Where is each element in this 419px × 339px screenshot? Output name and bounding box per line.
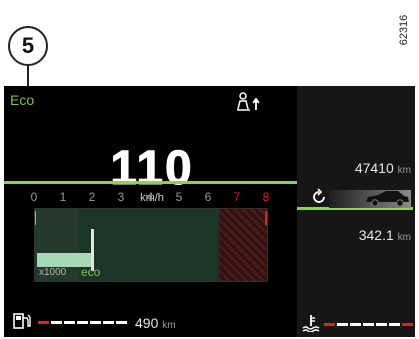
coolant-temperature-icon xyxy=(302,315,320,332)
rpm-tick-label: 1 xyxy=(59,190,67,204)
rpm-tick-label: 3 xyxy=(117,190,125,204)
rpm-multiplier-label: x1000 xyxy=(39,267,67,278)
fuel-segment xyxy=(77,321,88,324)
odometer-unit: km xyxy=(397,165,411,176)
fuel-segment xyxy=(103,321,114,324)
rpm-tick-label: 6 xyxy=(204,190,212,204)
trip-reset-icon xyxy=(313,188,325,203)
figure-id: 62316 xyxy=(398,14,410,46)
odometer-value: 47410 xyxy=(354,160,394,176)
speed-value: 110 xyxy=(110,142,194,195)
rpm-eco-label: eco xyxy=(81,265,101,279)
rpm-end-tick xyxy=(265,211,267,225)
trip-distance: 342.1 km xyxy=(297,227,411,243)
right-info-panel xyxy=(297,86,415,337)
coolant-temperature-gauge xyxy=(324,323,413,326)
rpm-tick-label: 2 xyxy=(88,190,96,204)
fuel-range-unit: km xyxy=(162,320,176,331)
temp-segment xyxy=(324,323,335,326)
temp-segment xyxy=(376,323,387,326)
fuel-segment xyxy=(38,321,49,324)
car-icon xyxy=(366,191,409,207)
trip-value: 342.1 xyxy=(358,227,394,243)
fuel-segment xyxy=(116,321,127,324)
temp-segment xyxy=(363,323,374,326)
rpm-tick-label: 0 xyxy=(30,190,38,204)
fuel-range: 490 km xyxy=(135,315,176,331)
rpm-gauge: x1000 eco xyxy=(34,208,268,282)
callout-number: 5 xyxy=(8,26,48,66)
rpm-tick-label-redline: 8 xyxy=(262,190,270,204)
fuel-level-gauge xyxy=(38,321,127,324)
fuel-pump-icon xyxy=(13,313,31,329)
instrument-cluster-display: Eco 110 km/h 0 1 2 3 4 5 6 7 8 x1000 eco xyxy=(4,86,415,337)
fuel-range-value: 490 xyxy=(135,315,159,331)
rpm-tick-label-redline: 7 xyxy=(233,190,241,204)
rpm-scale: 0 1 2 3 4 5 6 7 8 xyxy=(30,190,274,204)
temp-segment xyxy=(402,323,413,326)
rpm-start-tick xyxy=(35,211,36,225)
fuel-segment xyxy=(64,321,75,324)
drive-mode-indicator: Eco xyxy=(10,92,35,108)
fuel-segment xyxy=(51,321,62,324)
rpm-redline-zone xyxy=(219,209,267,281)
trip-unit: km xyxy=(397,232,411,243)
separator-line xyxy=(4,181,297,184)
temp-segment xyxy=(389,323,400,326)
fuel-segment xyxy=(90,321,101,324)
driver-position-icon xyxy=(237,92,260,111)
temp-segment xyxy=(337,323,348,326)
odometer: 47410 km xyxy=(297,160,411,176)
temp-segment xyxy=(350,323,361,326)
rpm-tick-label: 5 xyxy=(175,190,183,204)
rpm-tick-label: 4 xyxy=(146,190,154,204)
